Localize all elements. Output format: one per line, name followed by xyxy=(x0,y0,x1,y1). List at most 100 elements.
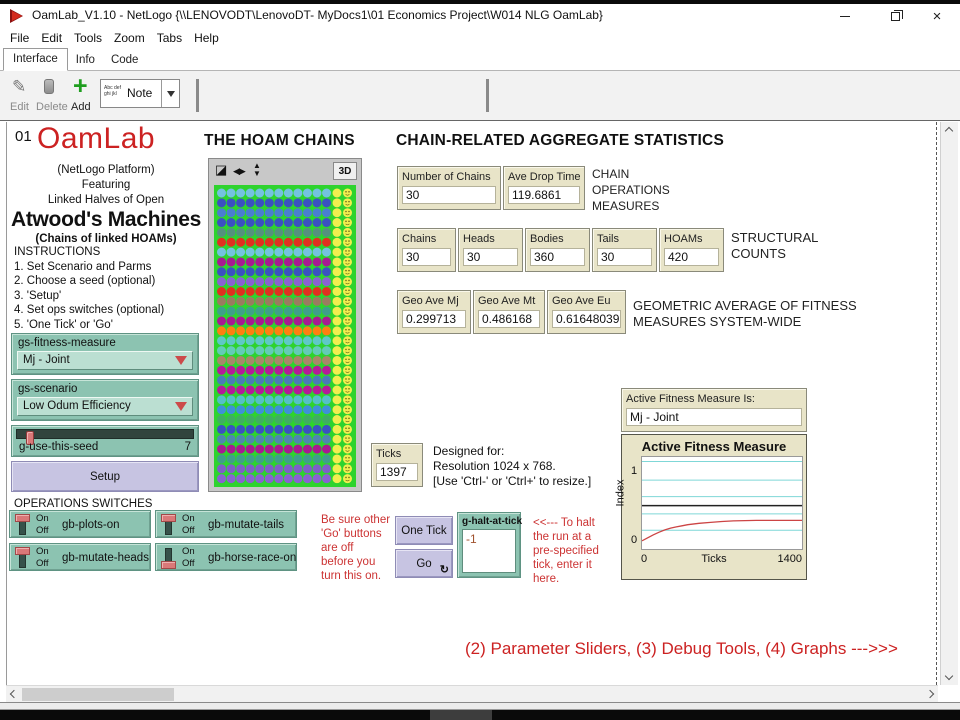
monitor-tails: Tails30 xyxy=(592,228,657,272)
widget-type-dropdown-icon[interactable] xyxy=(161,80,179,107)
switch-toggle-handle[interactable] xyxy=(161,514,176,522)
switch-gb-mutate-heads[interactable]: OnOffgb-mutate-heads xyxy=(9,543,151,571)
switch-on-off-labels: OnOff xyxy=(182,513,195,537)
intro-note: (NetLogo Platform) Featuring Linked Halv… xyxy=(7,163,205,247)
monitor-value: 30 xyxy=(402,186,496,204)
geometric-average-monitors: Geo Ave Mj0.299713Geo Ave Mt0.486168Geo … xyxy=(397,290,857,334)
view-vertical-arrows-icon[interactable]: ▲▼ xyxy=(253,162,261,178)
chooser-label: gs-fitness-measure xyxy=(12,334,198,351)
monitors-caption: STRUCTURALCOUNTS xyxy=(731,230,818,262)
switch-gb-horse-race-on[interactable]: OnOff gb-horse-race-on xyxy=(155,543,297,571)
scroll-left-arrow[interactable] xyxy=(10,690,18,698)
scroll-up-arrow[interactable] xyxy=(945,127,953,135)
chooser-value-box[interactable]: Low Odum Efficiency xyxy=(17,397,193,416)
switch-toggle-handle[interactable] xyxy=(15,514,30,522)
monitor-value: 0.299713 xyxy=(402,310,466,328)
menu-help[interactable]: Help xyxy=(188,29,225,47)
monitor-label: Number of Chains xyxy=(402,171,496,183)
switch-label: gb-horse-race-on xyxy=(208,552,296,564)
add-plus-icon[interactable]: + xyxy=(73,72,88,101)
switch-gb-mutate-tails[interactable]: OnOff gb-mutate-tails xyxy=(155,510,297,538)
monitor-value: 1397 xyxy=(376,463,418,481)
monitor-geo-ave-mj: Geo Ave Mj 0.299713 xyxy=(397,290,471,334)
monitor-number-of-chains: Number of Chains 30 xyxy=(397,166,501,210)
monitor-value: 119.6861 xyxy=(508,186,580,204)
monitors-caption: GEOMETRIC AVERAGE OF FITNESSMEASURES SYS… xyxy=(633,298,857,330)
window-bottom-edge xyxy=(0,702,960,710)
monitor-chains: Chains30 xyxy=(397,228,456,272)
monitor-label: Heads xyxy=(463,233,518,245)
scroll-right-arrow[interactable] xyxy=(926,690,934,698)
menu-tools[interactable]: Tools xyxy=(68,29,108,47)
minimize-button[interactable] xyxy=(830,4,860,28)
app-title-note: OamLab xyxy=(37,122,155,156)
menu-tabs[interactable]: Tabs xyxy=(151,29,188,47)
netlogo-window: OamLab_V1.10 - NetLogo {\\LENOVODT\Lenov… xyxy=(0,0,960,720)
view-horizontal-arrows-icon[interactable]: ◀▶ xyxy=(233,166,245,177)
monitor-value: 30 xyxy=(597,248,652,266)
switch-toggle-handle[interactable] xyxy=(161,561,176,569)
tab-info[interactable]: Info xyxy=(68,50,103,70)
monitor-value: 0.486168 xyxy=(478,310,540,328)
tab-code[interactable]: Code xyxy=(103,50,147,70)
chain-operations-monitors: Number of Chains 30 Ave Drop Time 119.6861 C… xyxy=(397,166,670,214)
restore-button[interactable] xyxy=(880,4,910,28)
tab-interface[interactable]: Interface xyxy=(3,48,68,71)
edit-button-label[interactable]: Edit xyxy=(10,101,29,113)
go-button[interactable]: Go ↻ xyxy=(395,549,453,578)
menu-bar: FileEditToolsZoomTabsHelp xyxy=(0,28,960,48)
vertical-scrollbar[interactable] xyxy=(940,122,958,685)
plot-canvas xyxy=(642,457,802,549)
world-view[interactable] xyxy=(214,185,356,487)
plot-area xyxy=(641,456,803,550)
monitor-value: 30 xyxy=(402,248,451,266)
menu-file[interactable]: File xyxy=(4,29,35,47)
designed-for-note: Designed for:Resolution 1024 x 768.[Use … xyxy=(433,444,591,489)
switch-on-off-labels: OnOff xyxy=(182,546,195,570)
view-3d-button[interactable]: 3D xyxy=(333,162,357,180)
view-shape-icon[interactable]: ◪ xyxy=(215,162,227,178)
one-tick-button[interactable]: One Tick xyxy=(395,516,453,545)
screen-bottom-bar xyxy=(0,710,960,720)
monitor-label: Geo Ave Eu xyxy=(552,295,621,307)
active-fitness-monitor: Active Fitness Measure Is: Mj - Joint xyxy=(621,388,807,432)
close-button[interactable]: × xyxy=(922,4,952,28)
horizontal-scroll-thumb[interactable] xyxy=(22,688,174,701)
chooser-gs-scenario[interactable]: gs-scenario Low Odum Efficiency xyxy=(11,379,199,421)
monitor-label: Ave Drop Time xyxy=(508,171,580,183)
switch-gb-plots-on[interactable]: OnOffgb-plots-on xyxy=(9,510,151,538)
scroll-down-arrow[interactable] xyxy=(945,672,953,680)
ticks-monitor: Ticks 1397 xyxy=(371,443,423,487)
delete-eraser-icon[interactable] xyxy=(44,79,54,94)
slider-track[interactable] xyxy=(16,429,194,439)
chooser-value-box[interactable]: Mj - Joint xyxy=(17,351,193,370)
monitor-geo-ave-mt: Geo Ave Mt0.486168 xyxy=(473,290,545,334)
setup-button[interactable]: Setup xyxy=(11,461,199,492)
chooser-value: Low Odum Efficiency xyxy=(23,400,131,412)
monitor-hoams: HOAMs420 xyxy=(659,228,724,272)
monitor-value: 30 xyxy=(463,248,518,266)
monitor-label: Ticks xyxy=(376,448,418,460)
slider-g-use-this-seed[interactable]: g-use-this-seed 7 xyxy=(11,425,199,457)
switch-label: gb-mutate-tails xyxy=(208,519,284,531)
monitor-label: Active Fitness Measure Is: xyxy=(626,393,802,405)
monitor-label: Geo Ave Mj xyxy=(402,295,466,307)
horizontal-scrollbar[interactable] xyxy=(6,685,938,702)
edit-pencil-icon[interactable]: ✎ xyxy=(12,77,26,97)
slider-value: 7 xyxy=(185,441,191,453)
chooser-gs-fitness-measure[interactable]: gs-fitness-measure Mj - Joint xyxy=(11,333,199,375)
halt-at-tick-input[interactable]: g-halt-at-tick -1 xyxy=(457,512,521,578)
delete-button-label[interactable]: Delete xyxy=(36,101,68,113)
monitor-heads: Heads 30 xyxy=(458,228,523,272)
input-value-box[interactable]: -1 xyxy=(462,529,516,573)
tab-bar: InterfaceInfoCode xyxy=(0,48,960,71)
switch-toggle-handle[interactable] xyxy=(15,547,30,555)
add-button-label[interactable]: Add xyxy=(71,101,91,113)
toolbar-separator xyxy=(196,79,199,112)
menu-edit[interactable]: Edit xyxy=(35,29,68,47)
menu-zoom[interactable]: Zoom xyxy=(108,29,151,47)
instruction-line: 5. 'One Tick' or 'Go' xyxy=(14,318,164,333)
monitors-caption: CHAINOPERATIONSMEASURES xyxy=(592,166,670,214)
switch-on-off-labels: OnOff xyxy=(36,513,49,537)
widget-type-select[interactable]: Abc def ghi jkl Note xyxy=(100,79,180,108)
